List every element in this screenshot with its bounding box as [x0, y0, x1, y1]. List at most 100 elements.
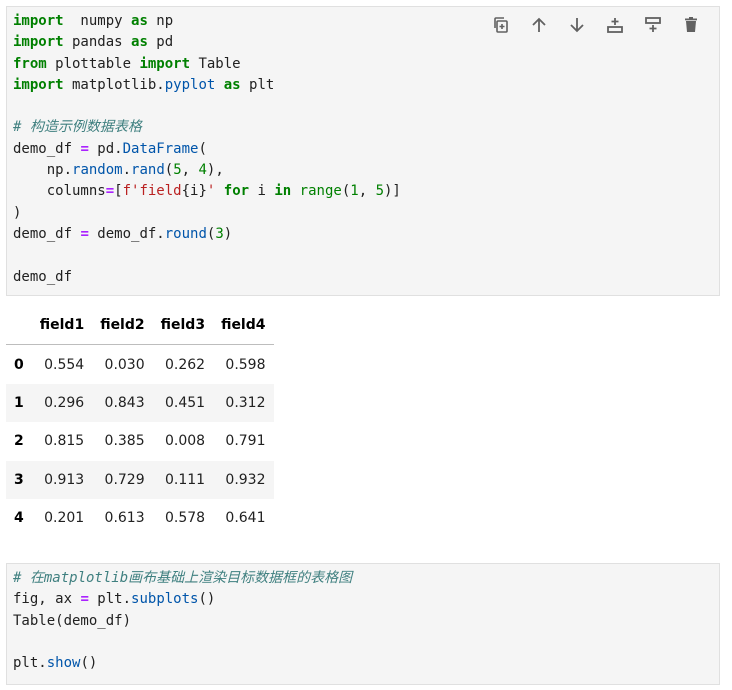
code-token: )]	[384, 183, 401, 200]
duplicate-cell-button[interactable]	[485, 14, 517, 36]
code-token: import	[13, 13, 64, 29]
code-token: 5	[173, 162, 182, 179]
table-cell: 0.554	[44, 356, 85, 373]
code-token: # 构造示例数据表格	[13, 119, 142, 136]
table-cell: 0.111	[164, 471, 206, 488]
code-token: 1	[350, 183, 359, 200]
table-cell: 0.613	[104, 510, 145, 527]
code-token: demo_df	[13, 268, 73, 285]
table-cell: 0.791	[225, 433, 266, 450]
insert-below-button[interactable]	[637, 14, 669, 36]
code-line: fig, ax = plt.subplots()	[13, 589, 713, 610]
code-token: =	[80, 140, 89, 157]
code-token: columns	[13, 183, 106, 200]
code-token: demo_df.	[88, 225, 165, 242]
code-line: plt.show()	[13, 653, 713, 674]
code-token: i	[249, 183, 275, 200]
table-cell: 0.385	[104, 433, 145, 450]
code-token: )	[13, 204, 22, 221]
code-token: pd.	[88, 140, 123, 157]
table-cell: 0.578	[164, 510, 206, 527]
code-cell-1[interactable]: import numpy as np import pandas as pd fro…	[6, 6, 720, 296]
table-row: 1 0.296 0.843 0.451 0.312	[6, 383, 274, 423]
table-row: 0 0.554 0.030 0.262 0.598	[6, 344, 274, 384]
code-token: as	[131, 13, 148, 29]
table-cell: 0.312	[225, 394, 266, 411]
code-token: pd	[147, 34, 174, 51]
dataframe-table: field1 field2 field3 field4 0 0.554 0.030 0.26…	[6, 306, 274, 538]
code-token: import	[13, 34, 64, 51]
row-index: 1	[14, 394, 24, 411]
code-token: (	[164, 162, 174, 179]
code-token: plottable	[46, 55, 140, 72]
move-up-button[interactable]	[523, 14, 555, 36]
code-token: ,	[181, 162, 199, 179]
table-row: 4 0.201 0.613 0.578 0.641	[6, 498, 274, 538]
code-token: pandas	[63, 34, 132, 51]
row-index: 4	[14, 510, 24, 527]
code-cell-2[interactable]: # 在matplotlib画布基础上渲染目标数据框的表格图 fig, ax = p…	[6, 563, 720, 685]
table-cell: 0.262	[164, 356, 206, 373]
code-token: # 在matplotlib画布基础上渲染目标数据框的表格图	[13, 570, 353, 586]
code-token: =	[80, 225, 89, 242]
table-cell: 0.451	[164, 394, 206, 411]
table-row: 3 0.913 0.729 0.111 0.932	[6, 460, 274, 499]
code-token: plt.	[88, 591, 132, 608]
insert-above-button[interactable]	[599, 14, 631, 36]
table-cell: 0.296	[44, 394, 85, 411]
code-line: columns=[f'field{i}' for i in range(1, 5…	[13, 181, 713, 202]
table-row: 2 0.815 0.385 0.008 0.791	[6, 422, 274, 461]
code-token: as	[131, 34, 148, 51]
code-token: [	[114, 183, 123, 200]
cell-output-table: field1 field2 field3 field4 0 0.554 0.030 0.26…	[6, 306, 274, 538]
table-cell: 0.843	[104, 394, 145, 411]
code-token: plt	[240, 76, 275, 93]
delete-cell-button[interactable]	[675, 14, 707, 36]
code-line: Table(demo_df)	[13, 611, 713, 632]
code-token: import	[13, 76, 64, 93]
move-up-icon	[532, 17, 546, 32]
code-token: DataFrame	[122, 140, 199, 157]
code-token: =	[105, 183, 115, 200]
code-token: Table(demo_df)	[13, 612, 132, 629]
code-token: (	[198, 140, 207, 157]
table-cell: 0.729	[104, 471, 145, 488]
code-token: pyplot	[164, 76, 216, 93]
code-editor-1[interactable]: import numpy as np import pandas as pd fro…	[13, 11, 713, 288]
code-token: {i}	[181, 183, 207, 200]
code-token: (	[341, 183, 351, 200]
table-cell: 0.008	[164, 433, 206, 450]
code-line: from plottable import Table	[13, 54, 713, 75]
code-line: demo_df = pd.DataFrame(	[13, 139, 713, 160]
insert-above-icon	[607, 18, 623, 33]
code-token: demo_df	[13, 225, 81, 242]
code-token: 5	[375, 183, 384, 200]
table-cell: 0.641	[225, 510, 266, 527]
code-token: random	[72, 162, 123, 179]
index-header	[6, 306, 32, 346]
move-down-button[interactable]	[561, 14, 593, 36]
code-token: Table	[190, 55, 241, 72]
delete-icon	[685, 17, 697, 32]
row-index: 0	[14, 356, 24, 373]
table-cell: 0.598	[225, 356, 266, 373]
code-token: demo_df	[13, 140, 81, 157]
table-cell: 0.201	[44, 510, 85, 527]
code-token: plt.	[13, 655, 47, 672]
table-header-row: field1 field2 field3 field4	[6, 306, 274, 346]
code-line: )	[13, 203, 713, 224]
code-line: # 在matplotlib画布基础上渲染目标数据框的表格图	[13, 568, 713, 589]
code-line: np.random.rand(5, 4),	[13, 160, 713, 181]
code-token: for	[223, 183, 250, 200]
code-token: np	[147, 13, 174, 29]
code-token: fig, ax	[13, 591, 81, 608]
code-editor-2[interactable]: # 在matplotlib画布基础上渲染目标数据框的表格图 fig, ax = p…	[13, 568, 713, 674]
table-cell: 0.913	[44, 471, 85, 488]
code-token: ()	[80, 655, 98, 672]
code-token: .	[122, 162, 132, 179]
code-token: in	[274, 183, 292, 200]
